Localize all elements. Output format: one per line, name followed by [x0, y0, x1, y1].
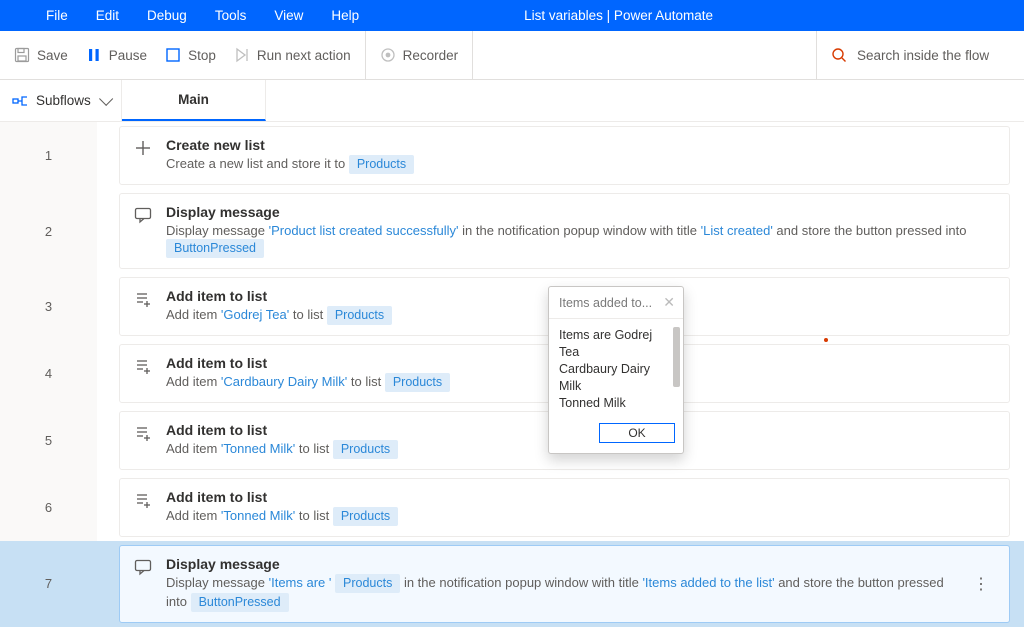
- literal-value: 'Product list created successfully': [269, 223, 459, 238]
- action-description: Add item 'Tonned Milk' to list Products: [166, 507, 995, 526]
- variable-chip[interactable]: ButtonPressed: [166, 239, 264, 258]
- action-row[interactable]: 6 Add item to list Add item 'Tonned Milk' …: [0, 474, 1024, 541]
- action-card[interactable]: Add item to list Add item 'Tonned Milk' t…: [119, 478, 1010, 537]
- pause-icon: [86, 47, 102, 63]
- additem-icon: [134, 357, 152, 378]
- variable-chip[interactable]: Products: [333, 507, 398, 526]
- save-label: Save: [37, 48, 68, 63]
- menu-view[interactable]: View: [260, 2, 317, 29]
- tab-main[interactable]: Main: [122, 80, 266, 121]
- variable-chip[interactable]: Products: [349, 155, 414, 174]
- line-number: 2: [0, 189, 97, 273]
- action-row[interactable]: 2 Display message Display message 'Product…: [0, 189, 1024, 273]
- titlebar: File Edit Debug Tools View Help List var…: [0, 0, 1024, 31]
- variable-chip[interactable]: Products: [335, 574, 400, 593]
- line-number: 1: [0, 122, 97, 189]
- literal-value: 'Tonned Milk': [221, 508, 295, 523]
- run-next-label: Run next action: [257, 48, 351, 63]
- literal-value: 'List created': [701, 223, 773, 238]
- window-title: List variables | Power Automate: [373, 8, 1024, 23]
- action-title: Display message: [166, 204, 995, 220]
- search-icon: [831, 47, 847, 63]
- action-description: Display message 'Items are ' Products in…: [166, 574, 953, 612]
- line-number: 6: [0, 474, 97, 541]
- record-icon: [380, 47, 396, 63]
- action-row[interactable]: 5Add item to listAdd item 'Tonned Milk' …: [0, 407, 1024, 474]
- menu-debug[interactable]: Debug: [133, 2, 201, 29]
- tabs-row: Subflows Main: [0, 80, 1024, 122]
- search-input[interactable]: Search inside the flow: [831, 47, 1010, 63]
- scrollbar[interactable]: [673, 327, 680, 387]
- pause-button[interactable]: Pause: [86, 47, 147, 63]
- action-title: Add item to list: [166, 489, 995, 505]
- line-number: 5: [0, 407, 97, 474]
- variable-chip[interactable]: Products: [333, 440, 398, 459]
- additem-icon: [134, 491, 152, 512]
- line-number: 4: [0, 340, 97, 407]
- save-button[interactable]: Save: [14, 47, 68, 63]
- literal-value: 'Tonned Milk': [221, 441, 295, 456]
- step-icon: [234, 47, 250, 63]
- action-description: Display message 'Product list created su…: [166, 222, 995, 258]
- dialog-body: Items are Godrej TeaCardbaury Dairy Milk…: [559, 328, 652, 410]
- search-placeholder: Search inside the flow: [857, 48, 989, 63]
- additem-icon: [134, 424, 152, 445]
- subflows-label: Subflows: [36, 93, 91, 108]
- recorder-button[interactable]: Recorder: [380, 47, 459, 63]
- plus-icon: [134, 139, 152, 160]
- action-row[interactable]: 3Add item to listAdd item 'Godrej Tea' t…: [0, 273, 1024, 340]
- variable-chip[interactable]: ButtonPressed: [191, 593, 289, 612]
- run-next-button[interactable]: Run next action: [234, 47, 351, 63]
- menu-tools[interactable]: Tools: [201, 2, 261, 29]
- variable-chip[interactable]: Products: [385, 373, 450, 392]
- line-number: 3: [0, 273, 97, 340]
- literal-value: 'Items are ': [269, 575, 332, 590]
- literal-value: 'Cardbaury Dairy Milk': [221, 374, 347, 389]
- menu-help[interactable]: Help: [317, 2, 373, 29]
- breakpoint-dot: [824, 338, 828, 342]
- chevron-down-icon: [99, 91, 113, 105]
- additem-icon: [134, 290, 152, 311]
- subflows-dropdown[interactable]: Subflows: [0, 80, 122, 121]
- save-icon: [14, 47, 30, 63]
- stop-label: Stop: [188, 48, 216, 63]
- ok-button[interactable]: OK: [599, 423, 675, 443]
- message-icon: [134, 558, 152, 579]
- main-menu: File Edit Debug Tools View Help: [0, 2, 373, 29]
- action-title: Create new list: [166, 137, 995, 153]
- action-card[interactable]: Create new list Create a new list and sto…: [119, 126, 1010, 185]
- recorder-label: Recorder: [403, 48, 459, 63]
- close-icon[interactable]: ✕: [663, 294, 675, 311]
- toolbar: Save Pause Stop Run next action Recorder…: [0, 31, 1024, 80]
- pause-label: Pause: [109, 48, 147, 63]
- message-dialog: Items added to... ✕ Items are Godrej Tea…: [548, 286, 684, 454]
- action-row[interactable]: 1 Create new list Create a new list and st…: [0, 122, 1024, 189]
- subflow-icon: [12, 93, 28, 109]
- literal-value: 'Godrej Tea': [221, 307, 289, 322]
- action-row[interactable]: 4Add item to listAdd item 'Cardbaury Dai…: [0, 340, 1024, 407]
- message-icon: [134, 206, 152, 227]
- action-card[interactable]: Display message Display message 'Product …: [119, 193, 1010, 269]
- menu-edit[interactable]: Edit: [82, 2, 133, 29]
- menu-file[interactable]: File: [32, 2, 82, 29]
- variable-chip[interactable]: Products: [327, 306, 392, 325]
- stop-icon: [165, 47, 181, 63]
- stop-button[interactable]: Stop: [165, 47, 216, 63]
- action-description: Create a new list and store it to Produc…: [166, 155, 995, 174]
- dialog-title: Items added to...: [559, 296, 652, 310]
- literal-value: 'Items added to the list': [642, 575, 774, 590]
- action-title: Display message: [166, 556, 953, 572]
